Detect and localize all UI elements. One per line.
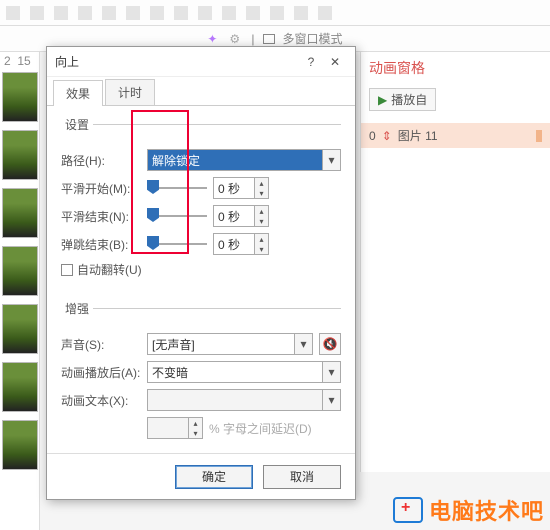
anim-text-label: 动画文本(X): — [61, 392, 141, 409]
bounce-end-slider[interactable] — [147, 233, 207, 255]
tool-icon[interactable] — [246, 6, 260, 20]
path-label: 路径(H): — [61, 152, 141, 169]
after-anim-label: 动画播放后(A): — [61, 364, 141, 381]
smooth-start-spin[interactable]: 0 秒 ▴▾ — [213, 177, 269, 199]
chevron-down-icon[interactable]: ▾ — [322, 150, 340, 170]
slide-thumbnail[interactable] — [2, 130, 38, 180]
slide-thumbnail[interactable] — [2, 304, 38, 354]
tab-effect[interactable]: 效果 — [53, 80, 103, 106]
top-toolbar — [0, 0, 550, 26]
spin-up-icon[interactable]: ▴ — [255, 234, 268, 244]
letter-delay-label: % 字母之间延迟(D) — [209, 420, 312, 437]
bounce-end-label: 弹跳结束(B): — [61, 236, 141, 253]
dialog-title: 向上 — [55, 53, 299, 70]
sound-label: 声音(S): — [61, 336, 141, 353]
animation-item[interactable]: 0 ⇕ 图片 11 — [361, 123, 550, 148]
smooth-end-spin[interactable]: 0 秒 ▴▾ — [213, 205, 269, 227]
slide-thumbnail[interactable] — [2, 362, 38, 412]
tool-icon[interactable] — [30, 6, 44, 20]
play-icon: ▶ — [378, 93, 387, 107]
spin-down-icon[interactable]: ▾ — [255, 244, 268, 254]
smooth-start-slider[interactable] — [147, 177, 207, 199]
slide-thumbnail[interactable] — [2, 420, 38, 470]
multiwindow-label[interactable]: 多窗口模式 — [283, 30, 343, 47]
enhance-group: 增强 声音(S): [无声音] ▾ 🔇 动画播放后(A): 不变暗 ▾ 动画文本… — [61, 300, 341, 449]
slide-thumbnail-pane: 2 15 — [0, 52, 40, 530]
motion-path-icon: ⇕ — [382, 129, 392, 143]
ok-button[interactable]: 确定 — [175, 465, 253, 489]
animation-pane-title: 动画窗格 — [361, 52, 550, 84]
spark-icon[interactable]: ✦ — [207, 32, 221, 46]
animation-pane: 动画窗格 ▶ 播放自 0 ⇕ 图片 11 — [360, 52, 550, 472]
tool-icon[interactable] — [150, 6, 164, 20]
cancel-button[interactable]: 取消 — [263, 465, 341, 489]
smooth-end-slider[interactable] — [147, 205, 207, 227]
gear-icon[interactable]: ⚙ — [229, 32, 243, 46]
chevron-down-icon[interactable]: ▾ — [322, 362, 340, 382]
tool-icon[interactable] — [54, 6, 68, 20]
watermark: 电脑技术吧 — [393, 494, 544, 526]
after-anim-combo[interactable]: 不变暗 ▾ — [147, 361, 341, 383]
slide-thumbnail[interactable] — [2, 246, 38, 296]
tool-icon[interactable] — [78, 6, 92, 20]
help-button[interactable]: ? — [299, 55, 323, 69]
chevron-down-icon: ▾ — [322, 390, 340, 410]
watermark-text: 电脑技术吧 — [429, 494, 544, 526]
tool-icon[interactable] — [6, 6, 20, 20]
spin-up-icon[interactable]: ▴ — [255, 178, 268, 188]
tool-icon[interactable] — [222, 6, 236, 20]
tool-icon[interactable] — [126, 6, 140, 20]
tool-icon[interactable] — [294, 6, 308, 20]
tool-icon[interactable] — [198, 6, 212, 20]
auto-reverse-checkbox[interactable]: 自动翻转(U) — [61, 261, 341, 278]
letter-delay-spin: ▴▾ — [147, 417, 203, 439]
spin-down-icon: ▾ — [189, 428, 202, 438]
tab-timing[interactable]: 计时 — [105, 79, 155, 105]
spin-down-icon[interactable]: ▾ — [255, 188, 268, 198]
path-combo[interactable]: 解除锁定 ▾ — [147, 149, 341, 171]
spin-up-icon[interactable]: ▴ — [255, 206, 268, 216]
tool-icon[interactable] — [174, 6, 188, 20]
tool-icon[interactable] — [270, 6, 284, 20]
spin-up-icon: ▴ — [189, 418, 202, 428]
smooth-end-label: 平滑结束(N): — [61, 208, 141, 225]
tool-icon[interactable] — [318, 6, 332, 20]
play-from-button[interactable]: ▶ 播放自 — [369, 88, 436, 111]
settings-group: 设置 路径(H): 解除锁定 ▾ 平滑开始(M): 0 秒 ▴▾ 平滑结束(N)… — [61, 116, 341, 288]
close-button[interactable]: ✕ — [323, 55, 347, 69]
dialog-titlebar: 向上 ? ✕ — [47, 47, 355, 77]
smooth-start-label: 平滑开始(M): — [61, 180, 141, 197]
chevron-down-icon[interactable]: ▾ — [294, 334, 312, 354]
watermark-logo-icon — [393, 497, 423, 523]
checkbox-icon[interactable] — [61, 264, 73, 276]
slide-thumbnail[interactable] — [2, 72, 38, 122]
anim-text-combo: ▾ — [147, 389, 341, 411]
timing-bar — [536, 130, 542, 142]
sound-volume-button[interactable]: 🔇 — [319, 333, 341, 355]
slide-thumbnail[interactable] — [2, 188, 38, 238]
tool-icon[interactable] — [102, 6, 116, 20]
bounce-end-spin[interactable]: 0 秒 ▴▾ — [213, 233, 269, 255]
effect-options-dialog: 向上 ? ✕ 效果 计时 设置 路径(H): 解除锁定 ▾ 平滑开始(M): 0… — [46, 46, 356, 500]
sound-combo[interactable]: [无声音] ▾ — [147, 333, 313, 355]
dialog-tabs: 效果 计时 — [47, 77, 355, 106]
spin-down-icon[interactable]: ▾ — [255, 216, 268, 226]
dialog-footer: 确定 取消 — [47, 453, 355, 499]
window-icon — [263, 34, 275, 44]
